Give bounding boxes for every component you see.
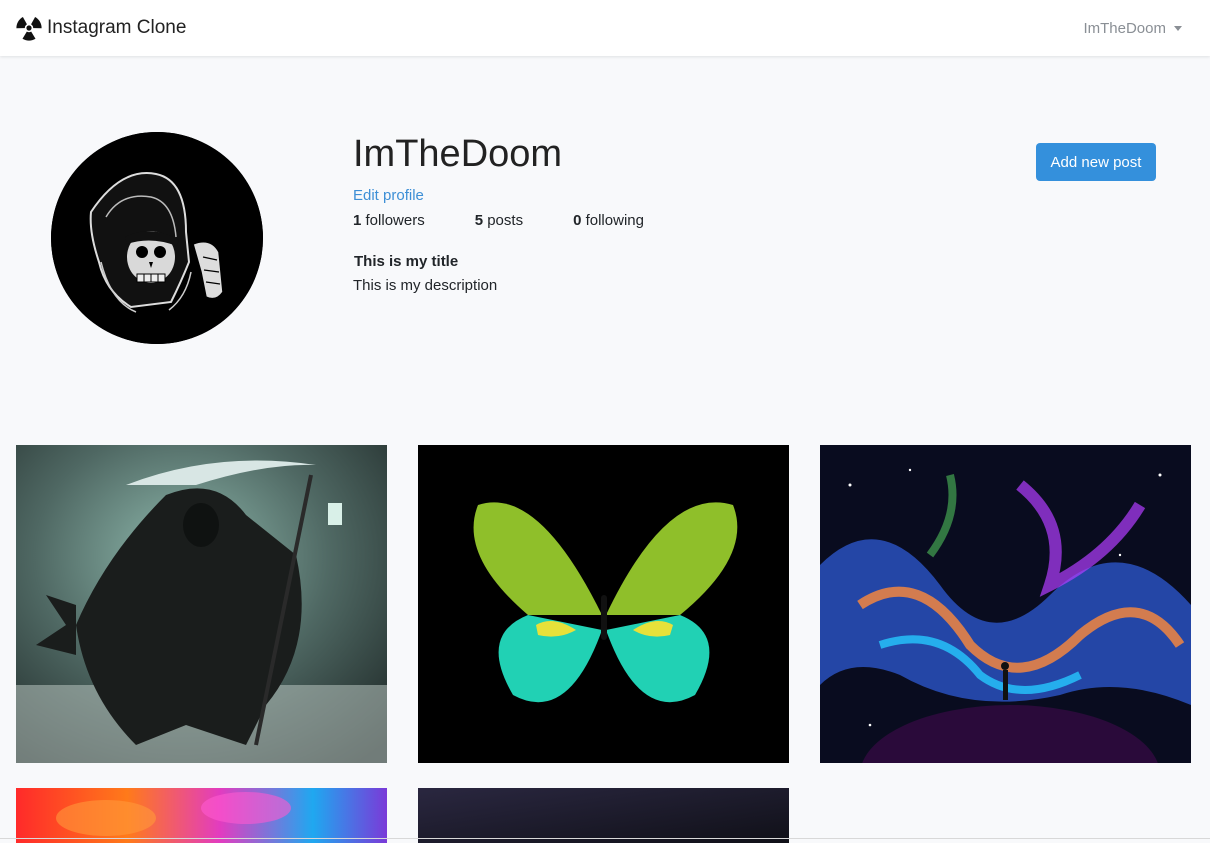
post-thumbnail[interactable] bbox=[418, 788, 789, 843]
posts-label: posts bbox=[487, 212, 524, 229]
brand-link[interactable]: Instagram Clone bbox=[16, 15, 186, 41]
following-stat: 0 following bbox=[573, 212, 644, 229]
reaper-avatar-image bbox=[51, 132, 263, 344]
post-thumbnail[interactable] bbox=[16, 445, 387, 763]
followers-count: 1 bbox=[353, 212, 362, 229]
user-dropdown-label: ImTheDoom bbox=[1083, 19, 1166, 37]
posts-stat: 5 posts bbox=[475, 212, 523, 229]
add-new-post-button[interactable]: Add new post bbox=[1036, 143, 1156, 181]
reaper-post-image bbox=[16, 445, 387, 763]
dark-post-image bbox=[418, 788, 789, 843]
page-bottom-divider bbox=[0, 838, 1210, 839]
profile-description: This is my description bbox=[353, 277, 498, 294]
post-thumbnail[interactable] bbox=[418, 445, 789, 763]
navbar: Instagram Clone ImTheDoom bbox=[0, 0, 1210, 56]
edit-profile-link[interactable]: Edit profile bbox=[353, 187, 424, 204]
brand-title: Instagram Clone bbox=[47, 17, 187, 38]
profile-title: This is my title bbox=[354, 253, 459, 270]
nebula-post-image bbox=[820, 445, 1191, 763]
posts-count: 5 bbox=[474, 212, 484, 229]
butterfly-post-image bbox=[418, 445, 789, 763]
profile-username: ImTheDoom bbox=[353, 133, 563, 175]
post-thumbnail[interactable] bbox=[820, 445, 1191, 763]
user-dropdown[interactable]: ImTheDoom bbox=[1083, 20, 1182, 37]
post-thumbnail[interactable] bbox=[16, 788, 387, 843]
avatar bbox=[51, 132, 263, 344]
followers-label: followers bbox=[365, 212, 425, 229]
following-label: following bbox=[585, 212, 644, 229]
radiation-icon bbox=[16, 16, 42, 41]
smoke-post-image bbox=[16, 788, 387, 843]
followers-stat: 1 followers bbox=[353, 212, 425, 229]
caret-down-icon bbox=[1174, 25, 1182, 31]
profile-stats: 1 followers 5 posts 0 following bbox=[353, 212, 694, 229]
following-count: 0 bbox=[573, 212, 582, 229]
